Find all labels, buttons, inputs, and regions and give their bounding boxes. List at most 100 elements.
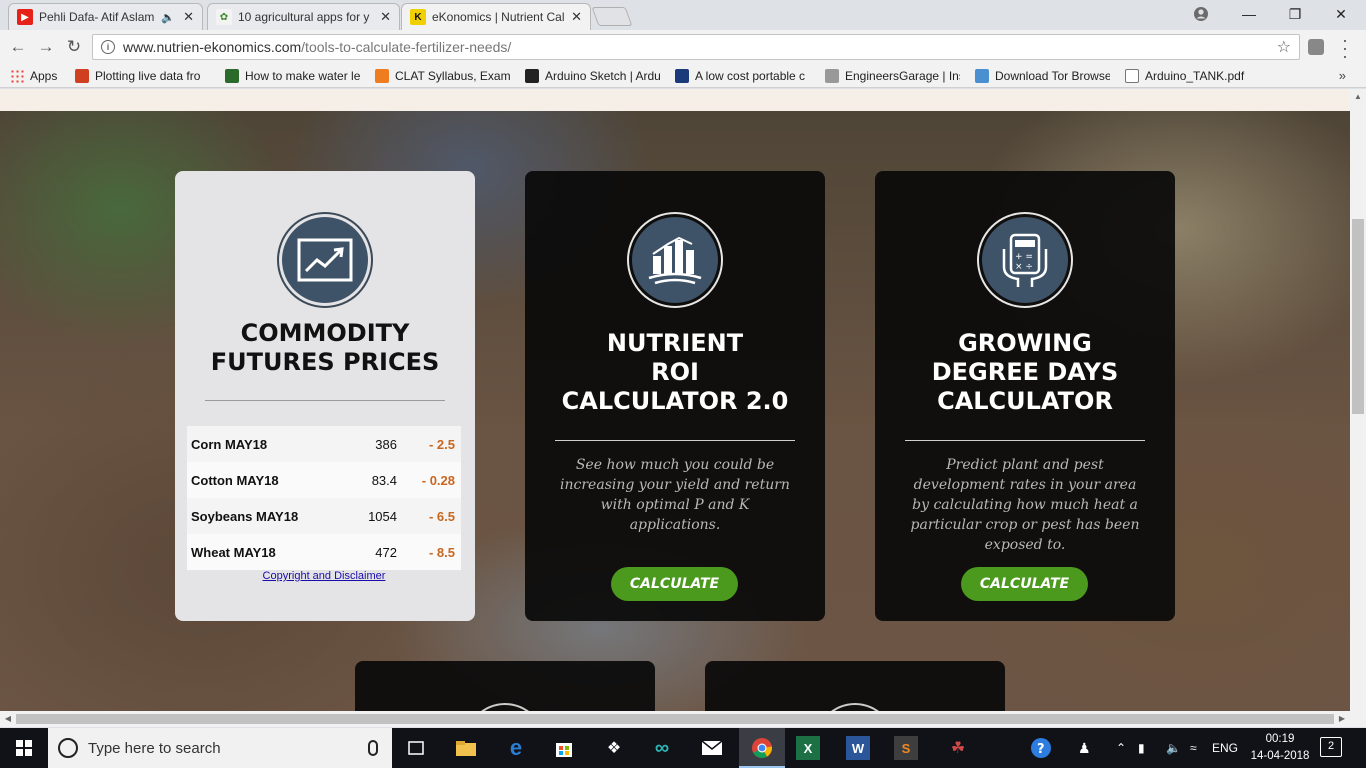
clock-date: 14-04-2018 bbox=[1250, 750, 1310, 762]
paint-icon[interactable]: ☘ bbox=[944, 734, 972, 762]
chrome-menu-icon[interactable]: · · · bbox=[1340, 31, 1350, 65]
tab-ekonomics[interactable]: K eKonomics | Nutrient Cal ✕ bbox=[401, 3, 591, 30]
divider bbox=[205, 400, 445, 401]
bookmark-clat[interactable]: CLAT Syllabus, Exam- bbox=[375, 68, 510, 84]
forward-arrow-icon[interactable]: → bbox=[34, 35, 58, 59]
browser-toolbar: ← → ↻ i www.nutrien-ekonomics.com/tools-… bbox=[0, 30, 1366, 65]
taskbar-search[interactable]: Type here to search bbox=[48, 728, 392, 768]
volume-icon[interactable]: 🔈 bbox=[1166, 728, 1181, 768]
tab-title: Pehli Dafa- Atif Aslam bbox=[39, 10, 155, 24]
back-arrow-icon[interactable]: ← bbox=[6, 35, 30, 59]
bookmark-star-icon[interactable]: ☆ bbox=[1277, 37, 1291, 57]
show-hidden-icons-chevron-icon[interactable]: ⌃ bbox=[1116, 728, 1126, 768]
vertical-scroll-thumb[interactable] bbox=[1352, 219, 1364, 414]
speaker-icon[interactable]: 🔈 bbox=[161, 11, 175, 24]
commodity-name: Soybeans MAY18 bbox=[191, 508, 299, 524]
bookmarks-overflow-icon[interactable]: » bbox=[1339, 68, 1346, 83]
help-icon[interactable]: ? bbox=[1030, 728, 1052, 768]
bookmark-low-cost[interactable]: A low cost portable c bbox=[675, 68, 810, 84]
edge-icon[interactable]: e bbox=[502, 734, 530, 762]
card-icon-circle bbox=[815, 703, 895, 711]
file-icon bbox=[1125, 69, 1139, 83]
task-view-icon[interactable] bbox=[402, 734, 430, 762]
eg-icon bbox=[825, 69, 839, 83]
action-center-icon[interactable]: 2 bbox=[1320, 737, 1342, 757]
word-icon[interactable]: W bbox=[846, 736, 870, 760]
extension-icon[interactable] bbox=[1308, 39, 1324, 55]
leaf-icon: ✿ bbox=[216, 9, 232, 25]
tab-pehli-dafa[interactable]: ▶ Pehli Dafa- Atif Aslam 🔈 ✕ bbox=[8, 3, 203, 30]
sublime-text-icon[interactable]: S bbox=[894, 736, 918, 760]
divider bbox=[905, 440, 1145, 441]
profile-icon[interactable] bbox=[1178, 0, 1224, 28]
plotting-icon bbox=[75, 69, 89, 83]
bookmark-plotting[interactable]: Plotting live data fro bbox=[75, 68, 210, 84]
growing-degree-days-calculate-button[interactable]: CALCULATE bbox=[961, 567, 1088, 601]
commodity-change: - 8.5 bbox=[428, 544, 455, 560]
bookmark-tor[interactable]: Download Tor Browse bbox=[975, 68, 1110, 84]
chrome-icon[interactable] bbox=[748, 734, 776, 762]
microphone-icon[interactable] bbox=[368, 740, 378, 756]
tab-title: eKonomics | Nutrient Cal bbox=[432, 10, 565, 24]
bookmark-label: Arduino_TANK.pdf bbox=[1145, 69, 1245, 83]
horizontal-scroll-thumb[interactable] bbox=[16, 714, 1334, 724]
youtube-icon: ▶ bbox=[17, 9, 33, 25]
wifi-icon[interactable]: ≈ bbox=[1190, 728, 1197, 768]
scroll-left-arrow-icon[interactable]: ◀ bbox=[0, 711, 16, 727]
horizontal-scrollbar[interactable]: ◀ ▶ bbox=[0, 711, 1366, 727]
minimize-button[interactable]: — bbox=[1226, 0, 1272, 28]
calculator-icon: + = × ÷ bbox=[977, 212, 1073, 308]
commodity-price: 386 bbox=[375, 436, 397, 452]
tab-agricultural-apps[interactable]: ✿ 10 agricultural apps for y ✕ bbox=[207, 3, 400, 30]
copyright-link[interactable]: Copyright and Disclaimer bbox=[175, 570, 473, 582]
bookmark-water[interactable]: How to make water le bbox=[225, 68, 360, 84]
clock-time: 00:19 bbox=[1265, 733, 1295, 745]
people-icon[interactable]: ♟ bbox=[1078, 728, 1091, 768]
close-icon[interactable]: ✕ bbox=[571, 9, 582, 25]
bookmark-arduino-tank[interactable]: Arduino_TANK.pdf bbox=[1125, 68, 1260, 84]
bookmark-label: Download Tor Browse bbox=[995, 69, 1110, 83]
bookmark-engineersgarage[interactable]: EngineersGarage | Ins bbox=[825, 68, 960, 84]
commodity-change: - 2.5 bbox=[428, 436, 455, 452]
bookmark-apps[interactable]: Apps bbox=[10, 68, 70, 84]
language-indicator[interactable]: ENG bbox=[1212, 728, 1238, 768]
nutrient-roi-calculate-button[interactable]: CALCULATE bbox=[611, 567, 738, 601]
bookmark-label: How to make water le bbox=[245, 69, 360, 83]
tab-strip: ▶ Pehli Dafa- Atif Aslam 🔈 ✕ ✿ 10 agricu… bbox=[0, 0, 1366, 30]
bookmark-arduino-sketch[interactable]: Arduino Sketch | Ardu bbox=[525, 68, 660, 84]
info-icon[interactable]: i bbox=[101, 40, 115, 54]
reload-icon[interactable]: ↻ bbox=[62, 35, 86, 59]
clat-icon bbox=[375, 69, 389, 83]
bookmark-label: CLAT Syllabus, Exam- bbox=[395, 69, 510, 83]
commodity-price: 83.4 bbox=[371, 472, 397, 488]
excel-icon[interactable]: X bbox=[796, 736, 820, 760]
restore-button[interactable]: ❐ bbox=[1272, 0, 1318, 28]
windows-start-icon[interactable] bbox=[0, 728, 48, 768]
new-tab-button[interactable] bbox=[591, 7, 633, 26]
arduino-icon bbox=[525, 69, 539, 83]
table-row: Wheat MAY18 472 - 8.5 bbox=[187, 534, 461, 570]
mail-icon[interactable] bbox=[698, 734, 726, 762]
growing-degree-days-description: Predict plant and pest development rates… bbox=[910, 457, 1140, 553]
growing-degree-days-title: GROWING DEGREE DAYS CALCULATOR bbox=[931, 329, 1119, 415]
page-viewport: COMMODITY FUTURES PRICES Corn MAY18 386 … bbox=[0, 89, 1350, 711]
battery-icon[interactable]: ▮ bbox=[1138, 728, 1145, 768]
url-text[interactable]: www.nutrien-ekonomics.com/tools-to-calcu… bbox=[123, 39, 1277, 55]
bar-growth-icon bbox=[627, 212, 723, 308]
close-window-button[interactable]: ✕ bbox=[1318, 0, 1364, 28]
system-clock[interactable]: 00:19 14-04-2018 bbox=[1250, 731, 1310, 765]
file-explorer-icon[interactable] bbox=[452, 734, 480, 762]
scroll-up-arrow-icon[interactable]: ▲ bbox=[1350, 89, 1366, 105]
close-icon[interactable]: ✕ bbox=[380, 9, 391, 25]
address-bar[interactable]: i www.nutrien-ekonomics.com/tools-to-cal… bbox=[92, 34, 1300, 60]
commodity-futures-card: COMMODITY FUTURES PRICES Corn MAY18 386 … bbox=[175, 171, 475, 621]
store-icon[interactable] bbox=[550, 734, 578, 762]
vertical-scrollbar[interactable]: ▲ bbox=[1350, 89, 1366, 711]
scroll-right-arrow-icon[interactable]: ▶ bbox=[1334, 711, 1350, 727]
dropbox-icon[interactable]: ❖ bbox=[600, 734, 628, 762]
tab-title: 10 agricultural apps for y bbox=[238, 10, 370, 24]
commodity-name: Wheat MAY18 bbox=[191, 544, 276, 560]
close-icon[interactable]: ✕ bbox=[183, 9, 194, 25]
table-row: Corn MAY18 386 - 2.5 bbox=[187, 426, 461, 462]
arduino-ide-icon[interactable]: ∞ bbox=[648, 734, 676, 762]
